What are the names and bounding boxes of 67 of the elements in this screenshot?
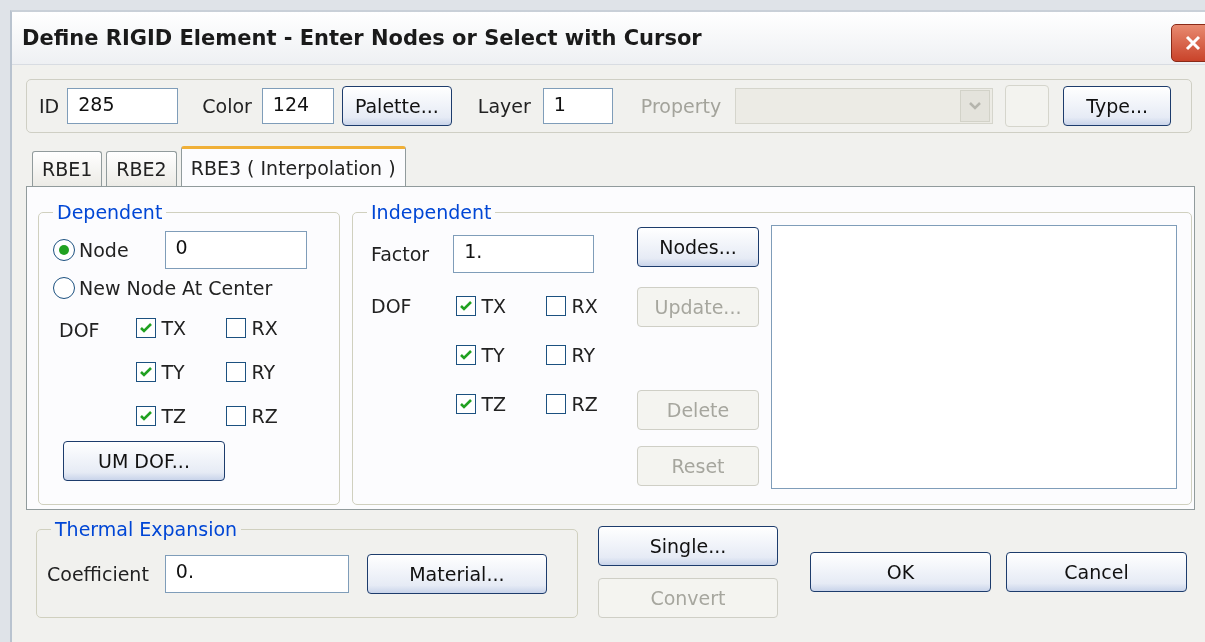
group-title: Thermal Expansion [54,518,239,540]
color-swatch[interactable] [1005,85,1050,127]
button[interactable]: Type... [1063,86,1172,126]
group-title: Independent [370,201,493,223]
checkbox[interactable] [455,394,476,414]
input-field[interactable]: 0. [164,555,349,593]
radio-button[interactable] [53,277,75,299]
radio-label: Node [79,239,129,261]
checkbox[interactable] [135,406,156,426]
checkmark-icon [458,397,473,411]
radio-button[interactable] [53,239,75,261]
tab[interactable]: RBE2 [106,151,177,186]
radio-label: New Node At Center [79,277,273,299]
close-icon[interactable] [1184,34,1202,52]
button[interactable]: Cancel [1006,552,1187,592]
field-label: Layer [477,95,531,117]
checkbox-label: RZ [571,393,598,415]
checkmark-icon [458,348,473,362]
field-label: Property [640,95,722,117]
checkmark-icon [458,299,473,313]
checkbox-label: RX [571,295,598,317]
checkbox[interactable] [455,345,476,365]
group-title: Dependent [56,201,164,223]
checkbox[interactable] [455,296,476,316]
checkmark-icon [138,321,153,335]
checkbox[interactable] [225,406,246,426]
checkbox-label: TX [161,317,187,339]
field-label: ID [39,95,60,117]
input-field[interactable]: 285 [67,88,179,124]
checkbox[interactable] [225,318,246,338]
button[interactable]: UM DOF... [63,441,225,481]
field-label: Color [202,95,252,117]
checkbox-label: TY [481,344,505,366]
input-field[interactable]: 0 [164,231,307,269]
field-label: DOF [371,295,412,317]
tab[interactable]: RBE1 [32,151,103,186]
button[interactable]: Nodes... [637,227,759,267]
field-label: Factor [371,243,430,265]
button[interactable]: Material... [366,554,547,594]
checkbox-label: RY [251,361,276,383]
checkbox[interactable] [545,345,566,365]
checkbox-label: TZ [481,393,507,415]
checkbox-label: RY [571,344,596,366]
button[interactable]: OK [810,552,991,592]
field-label: DOF [59,319,100,341]
checkbox-label: TZ [161,405,187,427]
checkbox[interactable] [135,318,156,338]
window-title: Define RIGID Element - Enter Nodes or Select with Cursor [22,26,702,50]
checkbox[interactable] [135,362,156,382]
checkbox[interactable] [545,394,566,414]
input-field[interactable]: 124 [261,88,334,124]
button[interactable]: Palette... [341,86,452,126]
checkbox-label: RX [251,317,278,339]
checkbox-label: TY [161,361,185,383]
field-label: Coefficient [47,563,149,585]
checkbox[interactable] [545,296,566,316]
input-field[interactable]: 1. [453,235,595,273]
checkbox[interactable] [225,362,246,382]
button[interactable]: Single... [598,526,778,566]
checkbox-label: RZ [251,405,278,427]
input-field[interactable]: 1 [542,88,613,124]
tab[interactable]: RBE3 ( Interpolation ) [180,146,406,186]
close-button[interactable] [1171,24,1205,62]
checkbox-label: TX [481,295,507,317]
checkmark-icon [138,409,153,423]
chevron-down-icon [968,101,983,111]
checkmark-icon [138,365,153,379]
